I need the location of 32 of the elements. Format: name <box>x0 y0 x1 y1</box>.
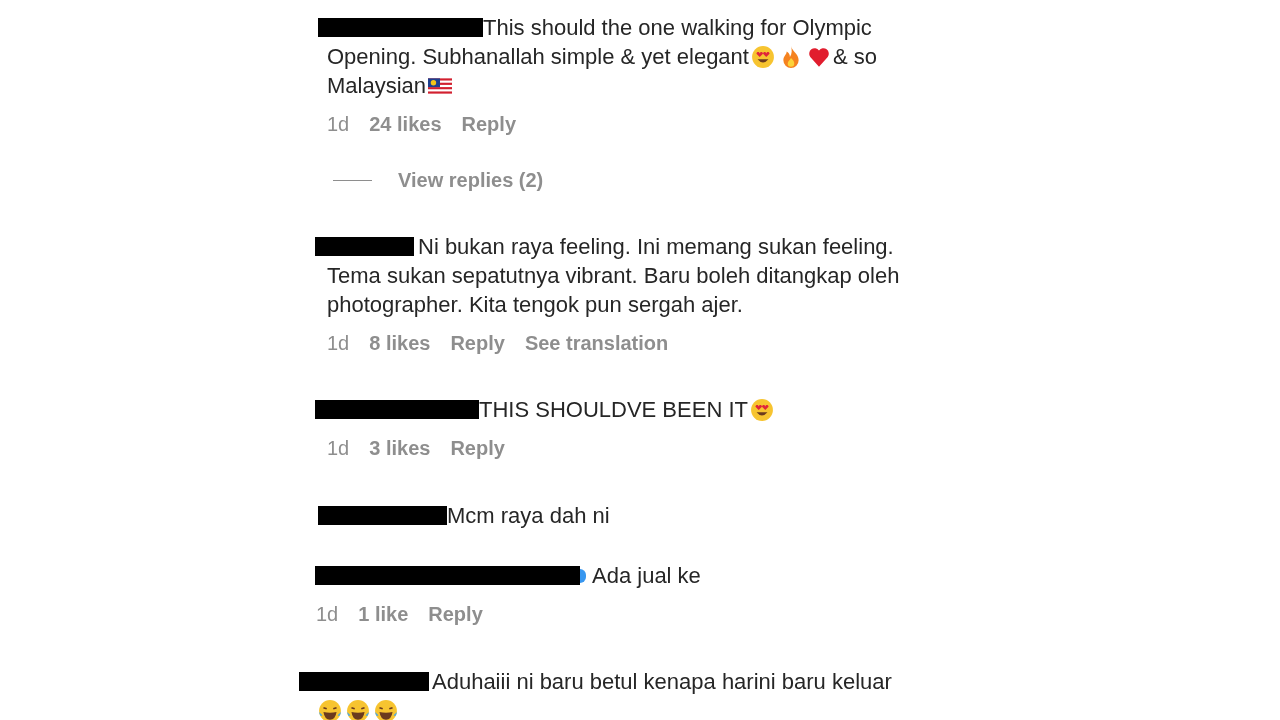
comment-text: THIS SHOULDVE BEEN IT <box>479 396 748 424</box>
smiling-face-with-heart-eyes-icon <box>749 397 774 422</box>
comment-time: 1d <box>327 331 350 356</box>
comment-text: Malaysian <box>327 72 427 100</box>
action-link[interactable]: Reply <box>461 110 516 138</box>
likes-link[interactable]: 1 like <box>358 600 409 628</box>
laughing-face-with-tears-icon <box>374 698 398 720</box>
comment-text: Mcm raya dah ni <box>447 502 610 530</box>
action-link[interactable]: Reply <box>450 329 505 357</box>
action-link[interactable]: Reply <box>428 600 483 628</box>
comment-text: & so <box>832 43 877 71</box>
laughing-face-with-tears-icon <box>318 698 342 720</box>
comment-text: photographer. Kita tengok pun sergah ajer. <box>327 291 743 319</box>
comment-text: Aduhaiii ni baru betul kenapa harini baru keluar <box>432 668 892 696</box>
comment-time: 1d <box>316 602 339 627</box>
comment-text: Ni bukan raya feeling. Ini memang sukan feeling. <box>418 233 894 261</box>
action-link[interactable]: Reply <box>450 434 505 462</box>
reply-line <box>333 179 372 181</box>
comment-text: Opening. Subhanallah simple & yet elegant <box>327 43 749 71</box>
view-replies-link[interactable]: View replies (2) <box>398 166 544 194</box>
likes-link[interactable]: 8 likes <box>369 329 431 357</box>
action-link[interactable]: See translation <box>524 329 669 357</box>
laughing-face-with-tears-icon <box>346 698 370 720</box>
smiling-face-with-heart-eyes-icon <box>750 44 775 69</box>
comment-time: 1d <box>327 436 350 461</box>
comment-text: Tema sukan sepatutnya vibrant. Baru boleh ditangkap oleh <box>327 262 900 290</box>
verified-badge-icon <box>580 568 586 583</box>
comment-time: 1d <box>327 112 350 137</box>
comment-text: Ada jual ke <box>592 562 701 590</box>
likes-link[interactable]: 3 likes <box>369 434 431 462</box>
likes-link[interactable]: 24 likes <box>369 110 442 138</box>
comment-text: This should the one walking for Olympic <box>483 14 872 42</box>
